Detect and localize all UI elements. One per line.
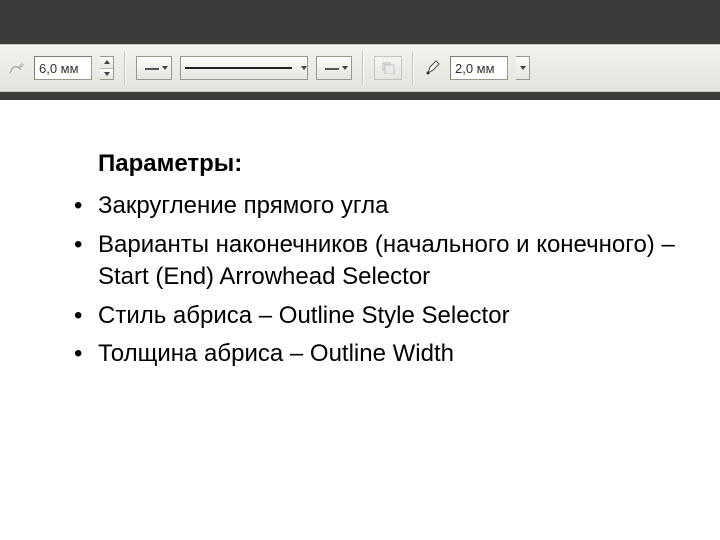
list-item: Закругление прямого угла <box>98 190 680 222</box>
freehand-smoothing-input[interactable]: 6,0 мм <box>34 56 92 80</box>
behind-fill-icon <box>380 60 396 77</box>
spinner-up[interactable] <box>100 57 113 69</box>
freehand-smoothing-spinner[interactable] <box>100 56 114 80</box>
outline-style-selector[interactable] <box>180 56 308 80</box>
outline-pen-icon <box>424 59 442 77</box>
freehand-smoothing-value: 6,0 мм <box>39 61 79 76</box>
list-item: Стиль абриса – Outline Style Selector <box>98 300 680 332</box>
chevron-down-icon <box>520 66 526 70</box>
parameters-list: Закругление прямого угла Варианты наконе… <box>72 190 680 370</box>
property-bar: 6,0 мм <box>0 44 720 92</box>
chevron-down-icon <box>342 66 348 70</box>
parameters-heading: Параметры: <box>98 148 680 180</box>
separator <box>362 51 364 85</box>
outline-width-dropdown[interactable] <box>516 56 530 80</box>
chevron-down-icon <box>301 66 307 70</box>
separator <box>412 51 414 85</box>
start-arrowhead-selector[interactable] <box>136 56 172 80</box>
freehand-tool-icon <box>8 59 26 77</box>
arrowhead-none-icon <box>145 61 159 76</box>
behind-fill-toggle[interactable] <box>374 56 402 80</box>
outline-style-preview <box>185 67 292 69</box>
arrowhead-none-icon <box>325 61 339 76</box>
separator <box>124 51 126 85</box>
list-item: Толщина абриса – Outline Width <box>98 338 680 370</box>
chevron-down-icon <box>162 66 168 70</box>
end-arrowhead-selector[interactable] <box>316 56 352 80</box>
slide-body: Параметры: Закругление прямого угла Вари… <box>0 100 720 370</box>
outline-width-input[interactable]: 2,0 мм <box>450 56 508 80</box>
outline-width-value: 2,0 мм <box>455 61 495 76</box>
list-item: Варианты наконечников (начального и коне… <box>98 229 680 294</box>
toolbar-screenshot: 6,0 мм <box>0 0 720 100</box>
spinner-down[interactable] <box>100 69 113 80</box>
